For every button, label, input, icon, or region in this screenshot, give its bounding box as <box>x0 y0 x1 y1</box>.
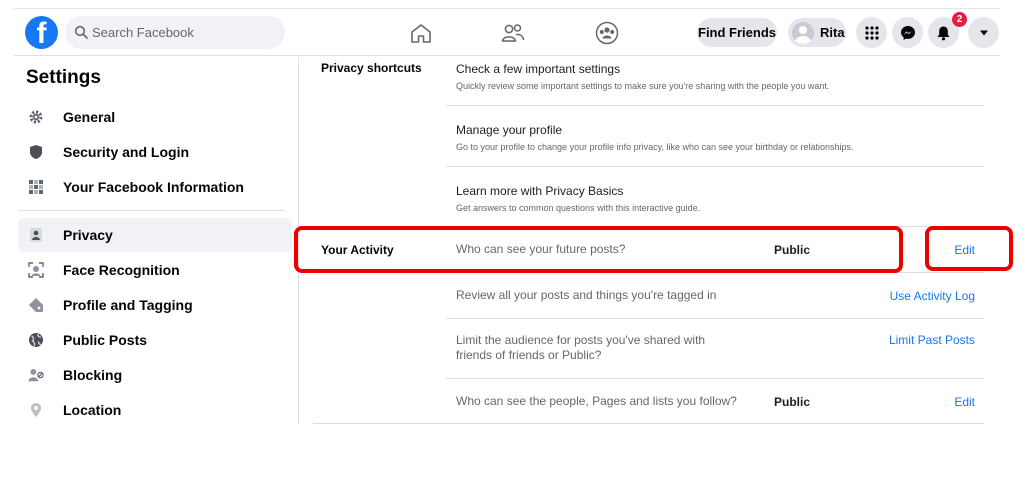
shortcut-manage-profile-desc: Go to your profile to change your profil… <box>456 142 854 152</box>
profile-name: Rita <box>820 25 845 40</box>
sidebar-title: Settings <box>26 67 101 88</box>
sidebar-item-general[interactable]: General <box>18 100 292 134</box>
following-visibility-value: Public <box>774 395 811 409</box>
gear-icon <box>28 109 44 125</box>
sidebar-item-security[interactable]: Security and Login <box>18 135 292 169</box>
tag-icon <box>28 297 44 313</box>
use-activity-log-link[interactable]: Use Activity Log <box>890 289 975 303</box>
divider <box>446 166 984 167</box>
settings-sidebar: Settings General Security and Login Your… <box>14 57 299 424</box>
shortcut-privacy-basics[interactable]: Learn more with Privacy Basics <box>456 184 623 198</box>
location-pin-icon <box>28 402 44 418</box>
shield-icon <box>28 144 44 160</box>
search-box[interactable] <box>65 16 285 49</box>
sidebar-item-face-recognition[interactable]: Face Recognition <box>18 253 292 287</box>
divider <box>313 423 984 424</box>
lock-person-icon <box>28 227 44 243</box>
caret-down-icon[interactable] <box>968 17 999 48</box>
profile-button[interactable]: Rita <box>788 18 846 47</box>
sidebar-item-location[interactable]: Location <box>18 393 292 427</box>
search-icon <box>74 25 88 44</box>
shortcut-privacy-basics-desc: Get answers to common questions with thi… <box>456 203 701 213</box>
divider <box>446 318 984 319</box>
top-navigation-bar: f Find Friends Rita 2 <box>14 8 1000 56</box>
shortcut-important-settings[interactable]: Check a few important settings <box>456 62 620 76</box>
highlight-box-edit <box>925 226 1013 271</box>
shortcut-important-settings-desc: Quickly review some important settings t… <box>456 81 830 91</box>
messenger-icon[interactable] <box>892 17 923 48</box>
review-posts-question: Review all your posts and things you're … <box>456 288 717 302</box>
divider <box>446 105 984 106</box>
shortcut-manage-profile[interactable]: Manage your profile <box>456 123 562 137</box>
sidebar-divider <box>18 210 285 211</box>
notification-badge: 2 <box>952 12 967 27</box>
following-visibility-question: Who can see the people, Pages and lists … <box>456 394 737 408</box>
globe-icon <box>28 332 44 348</box>
sidebar-item-blocking[interactable]: Blocking <box>18 358 292 392</box>
sidebar-item-privacy[interactable]: Privacy <box>18 218 292 252</box>
following-visibility-edit-link[interactable]: Edit <box>954 395 975 409</box>
menu-grid-icon[interactable] <box>856 17 887 48</box>
highlight-box-future-posts <box>294 226 903 273</box>
sidebar-item-profile-tagging[interactable]: Profile and Tagging <box>18 288 292 322</box>
sidebar-item-facebook-information[interactable]: Your Facebook Information <box>18 170 292 204</box>
avatar <box>792 21 814 44</box>
sidebar-item-public-posts[interactable]: Public Posts <box>18 323 292 357</box>
limit-past-posts-question-line2: friends of friends or Public? <box>456 348 602 362</box>
divider <box>446 378 984 379</box>
grid-icon <box>28 179 44 195</box>
face-scan-icon <box>28 262 44 278</box>
find-friends-button[interactable]: Find Friends <box>697 18 777 47</box>
home-icon[interactable] <box>408 21 434 45</box>
facebook-logo[interactable]: f <box>25 16 58 49</box>
friends-icon[interactable] <box>500 21 526 45</box>
privacy-shortcuts-label: Privacy shortcuts <box>321 61 422 75</box>
block-user-icon <box>28 367 44 383</box>
limit-past-posts-question-line1: Limit the audience for posts you've shar… <box>456 333 706 347</box>
limit-past-posts-link[interactable]: Limit Past Posts <box>889 333 975 347</box>
groups-icon[interactable] <box>594 21 620 45</box>
search-input[interactable] <box>92 16 277 49</box>
